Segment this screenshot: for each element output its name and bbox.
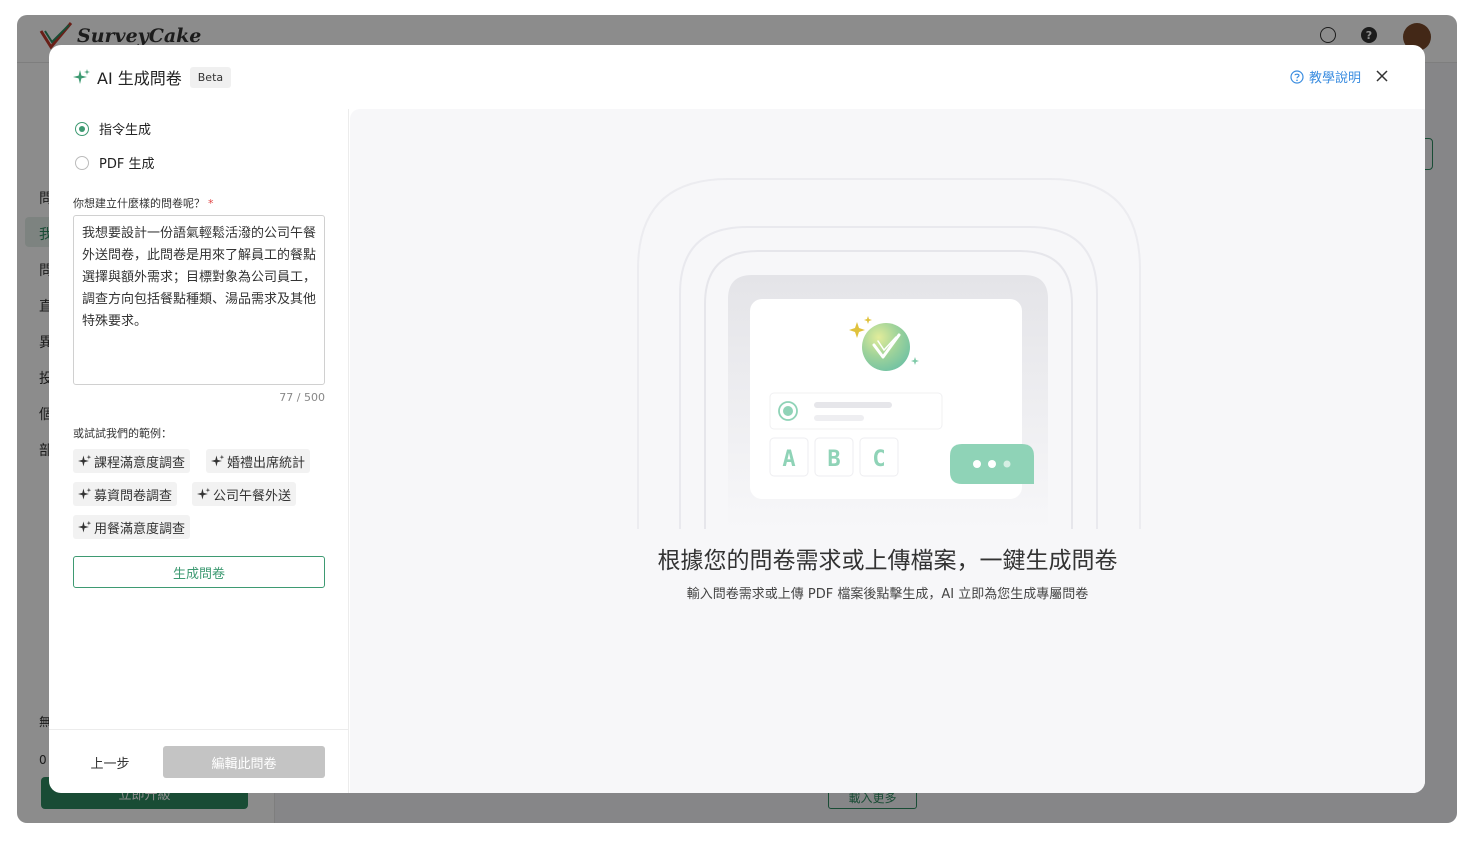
back-button[interactable]: 上一步 — [77, 748, 143, 776]
sparkle-icon — [78, 454, 92, 467]
option-letter-a: A — [782, 447, 795, 472]
edit-survey-button[interactable]: 編輯此問卷 — [163, 746, 325, 778]
radio-checked[interactable] — [75, 121, 89, 136]
example-chip-label: 課程滿意度調查 — [94, 455, 186, 471]
mode-option-prompt[interactable]: 指令生成 — [75, 119, 151, 138]
beta-badge: Beta — [189, 66, 232, 88]
sparkle-icon — [78, 487, 92, 500]
sparkle-icon — [211, 454, 225, 467]
sparkle-icon — [197, 487, 211, 500]
sparkle-icon — [78, 520, 92, 533]
example-chip-wedding-rsvp[interactable]: 婚禮出席統計 — [206, 449, 311, 473]
modal-header: AI 生成問卷 Beta — [49, 45, 1425, 109]
empty-state-illustration: A B C — [637, 178, 1141, 529]
option-letter-c: C — [872, 447, 885, 472]
example-chip-fundraising[interactable]: 募資問卷調查 — [73, 482, 178, 506]
option-row — [769, 392, 943, 430]
sparkle-icon — [73, 69, 90, 84]
example-chip-label: 婚禮出席統計 — [227, 455, 306, 471]
option-letter-b: B — [827, 447, 840, 472]
input-panel: 指令生成 PDF 生成 你想建立什麼樣的問卷呢？ * 我想要設計一份語氣輕鬆活潑的… — [49, 109, 349, 793]
help-link[interactable]: 教學說明 — [1290, 67, 1361, 86]
empty-state-subtitle: 輸入問卷需求或上傳 PDF 檔案後點擊生成，AI 立即為您生成專屬問卷 — [686, 587, 1089, 602]
close-button[interactable] — [1371, 65, 1393, 87]
modal-footer: 上一步 編輯此問卷 — [49, 729, 349, 793]
char-counter: 77 / 500 — [279, 391, 325, 404]
prompt-label-text: 你想建立什麼樣的問卷呢？ — [73, 197, 205, 210]
example-chip-lunch-delivery[interactable]: 公司午餐外送 — [192, 482, 297, 506]
example-chip-course-satisfaction[interactable]: 課程滿意度調查 — [73, 449, 191, 473]
generate-survey-button[interactable]: 生成問卷 — [73, 556, 325, 588]
example-chip-label: 募資問卷調查 — [94, 488, 173, 504]
modal-title: AI 生成問卷 — [97, 69, 182, 88]
example-chip-label: 公司午餐外送 — [213, 488, 292, 504]
radio-unchecked[interactable] — [75, 155, 89, 170]
preview-panel: A B C 根據您的問卷需求或上傳檔案，一鍵生成問卷 輸入問卷需求或上傳 PDF… — [350, 109, 1425, 793]
required-mark: * — [208, 197, 214, 210]
help-link-label: 教學說明 — [1308, 71, 1361, 86]
ai-generate-modal: AI 生成問卷 Beta 教學說明 指令生成 PDF 生成 你想建立什麼樣的問卷… — [49, 45, 1425, 793]
prompt-field-label: 你想建立什麼樣的問卷呢？ * — [73, 195, 214, 211]
example-chip-dining-satisfaction[interactable]: 用餐滿意度調查 — [73, 515, 191, 539]
examples-label: 或試試我們的範例： — [73, 427, 172, 440]
example-chip-label: 用餐滿意度調查 — [94, 521, 186, 537]
question-circle-icon — [1290, 69, 1304, 84]
mode-option-label: PDF 生成 — [99, 157, 155, 172]
prompt-textarea[interactable]: 我想要設計一份語氣輕鬆活潑的公司午餐外送問卷，此問卷是用來了解員工的餐點選擇與額… — [73, 215, 325, 385]
mode-option-label: 指令生成 — [99, 123, 152, 138]
mode-option-pdf[interactable]: PDF 生成 — [75, 153, 154, 172]
close-icon — [1376, 70, 1388, 82]
empty-state-title: 根據您的問卷需求或上傳檔案，一鍵生成問卷 — [657, 548, 1118, 574]
